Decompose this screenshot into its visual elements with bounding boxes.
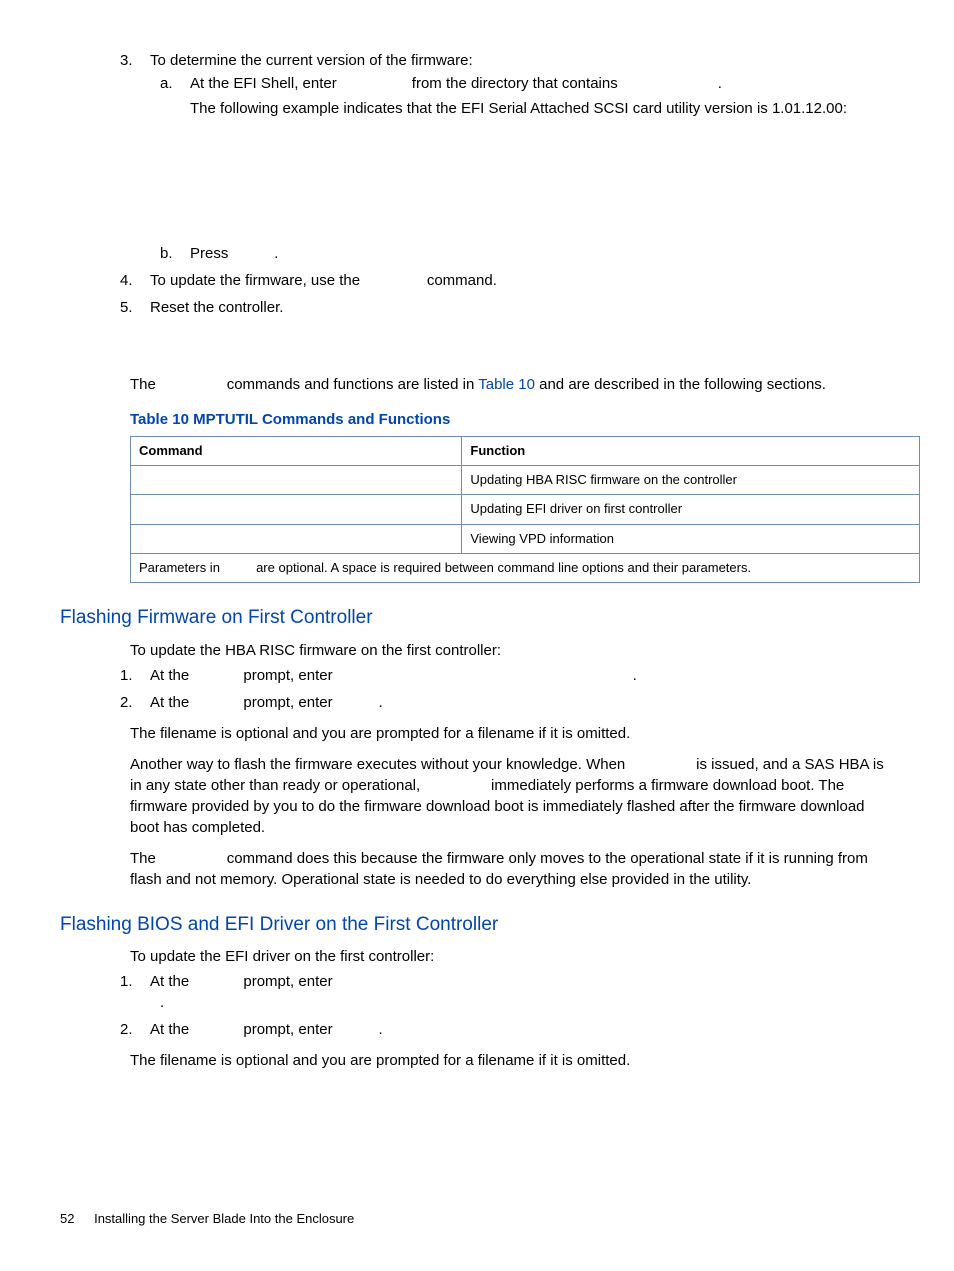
- step-4: 4. To update the firmware, use the comma…: [150, 270, 894, 291]
- text-segment: .: [633, 667, 637, 684]
- text-segment: Parameters in: [139, 560, 224, 575]
- paragraph: The filename is optional and you are pro…: [60, 1050, 894, 1071]
- text-gap: [193, 1021, 239, 1038]
- section1-list: 1. At the prompt, enter . 2. At the prom…: [60, 665, 894, 713]
- note-cell: Parameters in are optional. A space is r…: [131, 553, 920, 582]
- commands-table: Command Function Updating HBA RISC firmw…: [130, 436, 920, 583]
- section-heading-flash-bios: Flashing BIOS and EFI Driver on the Firs…: [60, 912, 894, 939]
- text-segment: At the: [150, 973, 193, 990]
- text-segment: At the EFI Shell, enter: [190, 75, 341, 92]
- text-segment: The: [130, 850, 160, 867]
- step-number: 2.: [120, 1019, 133, 1040]
- paragraph: The command does this because the firmwa…: [60, 848, 894, 890]
- continuation-dot: .: [160, 992, 894, 1013]
- step-text: Reset the controller.: [150, 299, 283, 316]
- text-gap: [337, 667, 629, 684]
- section2-list: 1. At the prompt, enter . 2. At the prom…: [60, 971, 894, 1040]
- substep-letter: a.: [160, 73, 173, 94]
- text-segment: commands and functions are listed in: [227, 376, 479, 393]
- function-cell: Updating EFI driver on first controller: [462, 495, 920, 524]
- text-segment: command does this because the firmware o…: [130, 850, 868, 888]
- table-row: Updating HBA RISC firmware on the contro…: [131, 466, 920, 495]
- list-item: 2. At the prompt, enter .: [150, 1019, 894, 1040]
- page-footer: 52 Installing the Server Blade Into the …: [60, 1210, 354, 1228]
- text-gap: [160, 376, 223, 393]
- header-function: Function: [462, 437, 920, 466]
- text-segment: prompt, enter: [243, 667, 336, 684]
- text-gap: [622, 75, 714, 92]
- section-heading-flash-firmware: Flashing Firmware on First Controller: [60, 605, 894, 632]
- step-number: 2.: [120, 692, 133, 713]
- text-gap: [193, 973, 239, 990]
- step-5: 5. Reset the controller.: [150, 297, 894, 318]
- text-segment: prompt, enter: [243, 973, 332, 990]
- text-gap: [160, 850, 223, 867]
- main-ordered-list: 3. To determine the current version of t…: [60, 50, 894, 318]
- table-note-row: Parameters in are optional. A space is r…: [131, 553, 920, 582]
- text-gap: [224, 560, 253, 575]
- text-segment: prompt, enter: [243, 1021, 336, 1038]
- text-segment: At the: [150, 694, 193, 711]
- intro-paragraph: The commands and functions are listed in…: [60, 374, 894, 395]
- step-number: 4.: [120, 270, 133, 291]
- text-gap: [337, 1021, 375, 1038]
- text-gap: [629, 756, 692, 773]
- text-segment: .: [274, 245, 278, 262]
- command-cell: [131, 466, 462, 495]
- example-text: The following example indicates that the…: [190, 98, 894, 119]
- list-item: 1. At the prompt, enter .: [150, 665, 894, 686]
- list-item: 2. At the prompt, enter .: [150, 692, 894, 713]
- text-segment: are optional. A space is required betwee…: [256, 560, 751, 575]
- text-segment: from the directory that contains: [412, 75, 622, 92]
- text-segment: The: [130, 376, 160, 393]
- table-header-row: Command Function: [131, 437, 920, 466]
- step-number: 1.: [120, 665, 133, 686]
- paragraph: Another way to flash the firmware execut…: [60, 754, 894, 838]
- text-segment: Another way to flash the firmware execut…: [130, 756, 629, 773]
- table-10-link[interactable]: Table 10: [478, 376, 535, 393]
- table-row: Viewing VPD information: [131, 524, 920, 553]
- function-cell: Viewing VPD information: [462, 524, 920, 553]
- text-segment: At the: [150, 667, 193, 684]
- header-command: Command: [131, 437, 462, 466]
- text-segment: prompt, enter: [243, 694, 336, 711]
- text-gap: [233, 245, 271, 262]
- paragraph: The filename is optional and you are pro…: [60, 723, 894, 744]
- text-segment: and are described in the following secti…: [539, 376, 826, 393]
- code-block-placeholder: [190, 119, 894, 239]
- text-gap: [337, 694, 375, 711]
- step-text: To determine the current version of the …: [150, 52, 473, 69]
- function-cell: Updating HBA RISC firmware on the contro…: [462, 466, 920, 495]
- text-segment: At the: [150, 1021, 193, 1038]
- step-number: 3.: [120, 50, 133, 71]
- text-gap: [193, 694, 239, 711]
- step-number: 5.: [120, 297, 133, 318]
- command-cell: [131, 524, 462, 553]
- step-number: 1.: [120, 971, 133, 992]
- section-intro: To update the HBA RISC firmware on the f…: [60, 640, 894, 661]
- text-segment: .: [378, 1021, 382, 1038]
- section-intro: To update the EFI driver on the first co…: [60, 946, 894, 967]
- command-cell: [131, 495, 462, 524]
- text-segment: To update the firmware, use the: [150, 272, 364, 289]
- step-3: 3. To determine the current version of t…: [150, 50, 894, 264]
- text-gap: [424, 777, 487, 794]
- footer-title: Installing the Server Blade Into the Enc…: [94, 1211, 354, 1226]
- text-segment: command.: [427, 272, 497, 289]
- text-segment: Press: [190, 245, 233, 262]
- substep-a: a. At the EFI Shell, enter from the dire…: [190, 73, 894, 239]
- substep-letter: b.: [160, 243, 173, 264]
- substeps: a. At the EFI Shell, enter from the dire…: [150, 73, 894, 264]
- text-gap: [193, 667, 239, 684]
- section-gap: [60, 324, 894, 364]
- table-row: Updating EFI driver on first controller: [131, 495, 920, 524]
- text-gap: [364, 272, 422, 289]
- substep-b: b. Press .: [190, 243, 894, 264]
- list-item: 1. At the prompt, enter .: [150, 971, 894, 1013]
- text-segment: .: [378, 694, 382, 711]
- page-number: 52: [60, 1211, 74, 1226]
- text-gap: [341, 75, 408, 92]
- table-caption: Table 10 MPTUTIL Commands and Functions: [60, 409, 894, 430]
- text-segment: .: [718, 75, 722, 92]
